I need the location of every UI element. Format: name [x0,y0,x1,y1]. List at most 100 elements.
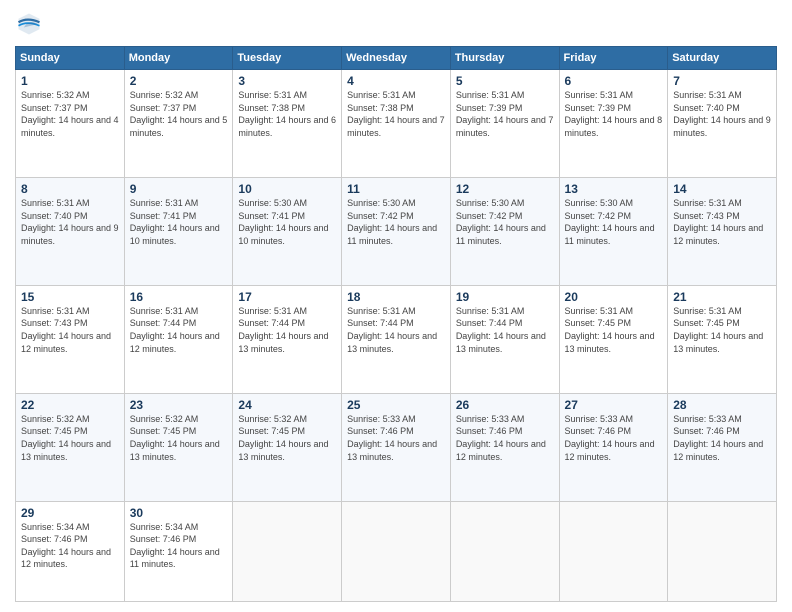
sunset-label: Sunset: 7:46 PM [130,534,197,544]
sunset-label: Sunset: 7:39 PM [565,103,632,113]
calendar-cell: 30 Sunrise: 5:34 AM Sunset: 7:46 PM Dayl… [124,501,233,601]
calendar-cell: 27 Sunrise: 5:33 AM Sunset: 7:46 PM Dayl… [559,393,668,501]
daylight-label: Daylight: 14 hours and 6 minutes. [238,115,336,138]
daylight-label: Daylight: 14 hours and 11 minutes. [565,223,655,246]
day-info: Sunrise: 5:32 AM Sunset: 7:45 PM Dayligh… [21,413,119,463]
day-info: Sunrise: 5:31 AM Sunset: 7:40 PM Dayligh… [673,89,771,139]
calendar-header-cell: Tuesday [233,47,342,70]
sunset-label: Sunset: 7:42 PM [565,211,632,221]
day-number: 18 [347,290,445,304]
sunset-label: Sunset: 7:44 PM [238,318,305,328]
daylight-label: Daylight: 14 hours and 13 minutes. [238,439,328,462]
sunrise-label: Sunrise: 5:31 AM [565,90,634,100]
calendar-cell: 29 Sunrise: 5:34 AM Sunset: 7:46 PM Dayl… [16,501,125,601]
calendar-cell: 3 Sunrise: 5:31 AM Sunset: 7:38 PM Dayli… [233,70,342,178]
sunset-label: Sunset: 7:42 PM [347,211,414,221]
daylight-label: Daylight: 14 hours and 12 minutes. [673,223,763,246]
day-info: Sunrise: 5:33 AM Sunset: 7:46 PM Dayligh… [347,413,445,463]
day-info: Sunrise: 5:31 AM Sunset: 7:38 PM Dayligh… [347,89,445,139]
sunrise-label: Sunrise: 5:32 AM [238,414,307,424]
sunset-label: Sunset: 7:43 PM [673,211,740,221]
calendar-cell: 4 Sunrise: 5:31 AM Sunset: 7:38 PM Dayli… [342,70,451,178]
calendar-cell: 26 Sunrise: 5:33 AM Sunset: 7:46 PM Dayl… [450,393,559,501]
calendar-cell: 18 Sunrise: 5:31 AM Sunset: 7:44 PM Dayl… [342,285,451,393]
day-number: 3 [238,74,336,88]
sunset-label: Sunset: 7:44 PM [347,318,414,328]
header [15,10,777,38]
sunrise-label: Sunrise: 5:30 AM [456,198,525,208]
sunrise-label: Sunrise: 5:31 AM [238,306,307,316]
sunset-label: Sunset: 7:45 PM [673,318,740,328]
day-number: 4 [347,74,445,88]
day-info: Sunrise: 5:31 AM Sunset: 7:39 PM Dayligh… [456,89,554,139]
sunrise-label: Sunrise: 5:31 AM [456,306,525,316]
calendar-header-cell: Friday [559,47,668,70]
calendar-header-cell: Saturday [668,47,777,70]
calendar-cell: 21 Sunrise: 5:31 AM Sunset: 7:45 PM Dayl… [668,285,777,393]
daylight-label: Daylight: 14 hours and 11 minutes. [347,223,437,246]
sunset-label: Sunset: 7:46 PM [456,426,523,436]
day-info: Sunrise: 5:32 AM Sunset: 7:45 PM Dayligh… [130,413,228,463]
sunset-label: Sunset: 7:38 PM [347,103,414,113]
day-number: 10 [238,182,336,196]
day-number: 23 [130,398,228,412]
calendar-cell: 13 Sunrise: 5:30 AM Sunset: 7:42 PM Dayl… [559,177,668,285]
day-info: Sunrise: 5:32 AM Sunset: 7:45 PM Dayligh… [238,413,336,463]
day-number: 21 [673,290,771,304]
calendar-cell: 5 Sunrise: 5:31 AM Sunset: 7:39 PM Dayli… [450,70,559,178]
day-number: 22 [21,398,119,412]
daylight-label: Daylight: 14 hours and 13 minutes. [21,439,111,462]
logo-icon [15,10,43,38]
day-number: 11 [347,182,445,196]
daylight-label: Daylight: 14 hours and 7 minutes. [456,115,554,138]
sunrise-label: Sunrise: 5:31 AM [456,90,525,100]
day-info: Sunrise: 5:31 AM Sunset: 7:39 PM Dayligh… [565,89,663,139]
sunrise-label: Sunrise: 5:31 AM [130,198,199,208]
sunrise-label: Sunrise: 5:33 AM [673,414,742,424]
daylight-label: Daylight: 14 hours and 8 minutes. [565,115,663,138]
calendar-table: SundayMondayTuesdayWednesdayThursdayFrid… [15,46,777,602]
sunrise-label: Sunrise: 5:31 AM [347,90,416,100]
day-number: 20 [565,290,663,304]
sunrise-label: Sunrise: 5:33 AM [456,414,525,424]
day-number: 19 [456,290,554,304]
sunrise-label: Sunrise: 5:32 AM [130,414,199,424]
calendar-week-row: 22 Sunrise: 5:32 AM Sunset: 7:45 PM Dayl… [16,393,777,501]
calendar-header-cell: Monday [124,47,233,70]
day-info: Sunrise: 5:31 AM Sunset: 7:44 PM Dayligh… [347,305,445,355]
day-number: 26 [456,398,554,412]
calendar-week-row: 1 Sunrise: 5:32 AM Sunset: 7:37 PM Dayli… [16,70,777,178]
daylight-label: Daylight: 14 hours and 12 minutes. [21,331,111,354]
calendar-week-row: 8 Sunrise: 5:31 AM Sunset: 7:40 PM Dayli… [16,177,777,285]
sunset-label: Sunset: 7:45 PM [130,426,197,436]
sunrise-label: Sunrise: 5:31 AM [565,306,634,316]
daylight-label: Daylight: 14 hours and 12 minutes. [130,331,220,354]
calendar-cell [450,501,559,601]
daylight-label: Daylight: 14 hours and 12 minutes. [565,439,655,462]
day-info: Sunrise: 5:31 AM Sunset: 7:38 PM Dayligh… [238,89,336,139]
day-number: 16 [130,290,228,304]
sunrise-label: Sunrise: 5:33 AM [347,414,416,424]
day-info: Sunrise: 5:31 AM Sunset: 7:40 PM Dayligh… [21,197,119,247]
day-info: Sunrise: 5:34 AM Sunset: 7:46 PM Dayligh… [130,521,228,571]
day-number: 27 [565,398,663,412]
calendar-cell: 23 Sunrise: 5:32 AM Sunset: 7:45 PM Dayl… [124,393,233,501]
calendar-cell: 8 Sunrise: 5:31 AM Sunset: 7:40 PM Dayli… [16,177,125,285]
sunset-label: Sunset: 7:40 PM [21,211,88,221]
daylight-label: Daylight: 14 hours and 13 minutes. [238,331,328,354]
day-info: Sunrise: 5:30 AM Sunset: 7:42 PM Dayligh… [565,197,663,247]
sunrise-label: Sunrise: 5:31 AM [673,90,742,100]
sunset-label: Sunset: 7:45 PM [21,426,88,436]
sunset-label: Sunset: 7:46 PM [565,426,632,436]
calendar-cell [233,501,342,601]
calendar-cell [342,501,451,601]
sunset-label: Sunset: 7:41 PM [238,211,305,221]
daylight-label: Daylight: 14 hours and 13 minutes. [456,331,546,354]
daylight-label: Daylight: 14 hours and 13 minutes. [673,331,763,354]
sunset-label: Sunset: 7:40 PM [673,103,740,113]
sunset-label: Sunset: 7:39 PM [456,103,523,113]
day-info: Sunrise: 5:30 AM Sunset: 7:42 PM Dayligh… [456,197,554,247]
daylight-label: Daylight: 14 hours and 4 minutes. [21,115,119,138]
day-info: Sunrise: 5:33 AM Sunset: 7:46 PM Dayligh… [456,413,554,463]
calendar-cell: 14 Sunrise: 5:31 AM Sunset: 7:43 PM Dayl… [668,177,777,285]
